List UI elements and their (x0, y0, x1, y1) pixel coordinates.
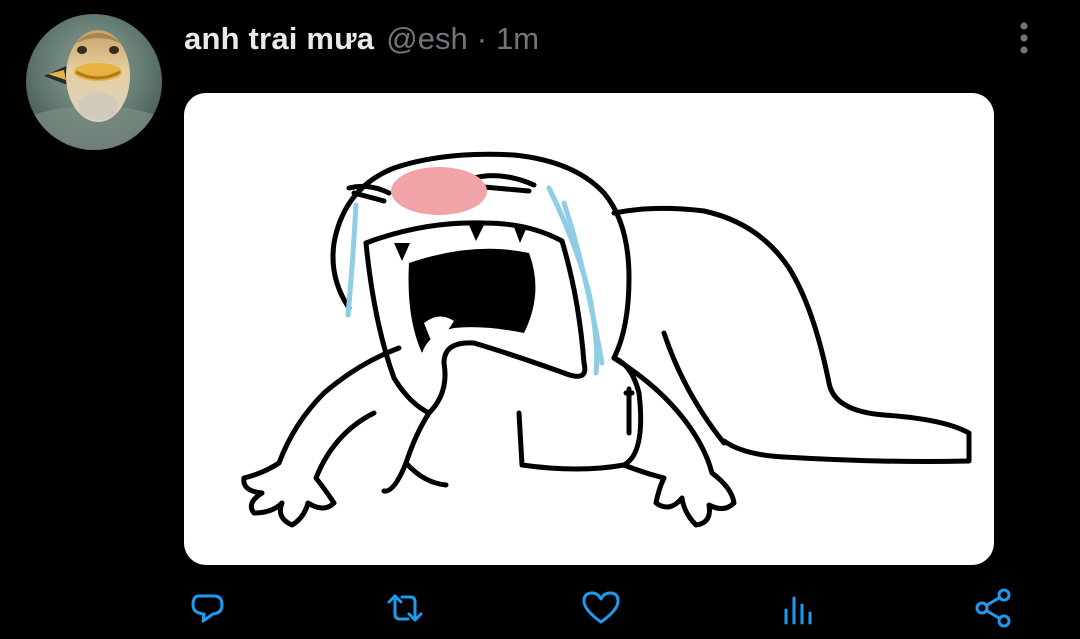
crying-meme-drawing (241, 151, 972, 528)
retweet-button[interactable] (380, 585, 430, 631)
analytics-button[interactable] (772, 585, 822, 631)
retweet-icon (387, 594, 423, 622)
share-icon (975, 588, 1011, 628)
tweet-actions (0, 585, 1080, 631)
tweet: anh trai mưa @esh · 1m (0, 0, 1080, 639)
display-name[interactable]: anh trai mưa (184, 21, 374, 57)
tweet-header: anh trai mưa @esh · 1m (184, 18, 539, 60)
tweet-media-image[interactable] (184, 93, 994, 565)
reply-button[interactable] (182, 585, 232, 631)
analytics-icon (784, 596, 812, 625)
fish-avatar-image (26, 14, 162, 150)
like-button[interactable] (576, 585, 626, 631)
more-vertical-icon (1020, 22, 1028, 54)
share-button[interactable] (968, 585, 1018, 631)
more-options-button[interactable] (1008, 18, 1040, 58)
timestamp[interactable]: 1m (496, 21, 539, 57)
reply-icon (191, 594, 224, 623)
heart-icon (582, 591, 620, 624)
user-handle[interactable]: @esh (386, 21, 467, 57)
avatar[interactable] (26, 14, 162, 150)
separator-dot: · (476, 21, 488, 56)
